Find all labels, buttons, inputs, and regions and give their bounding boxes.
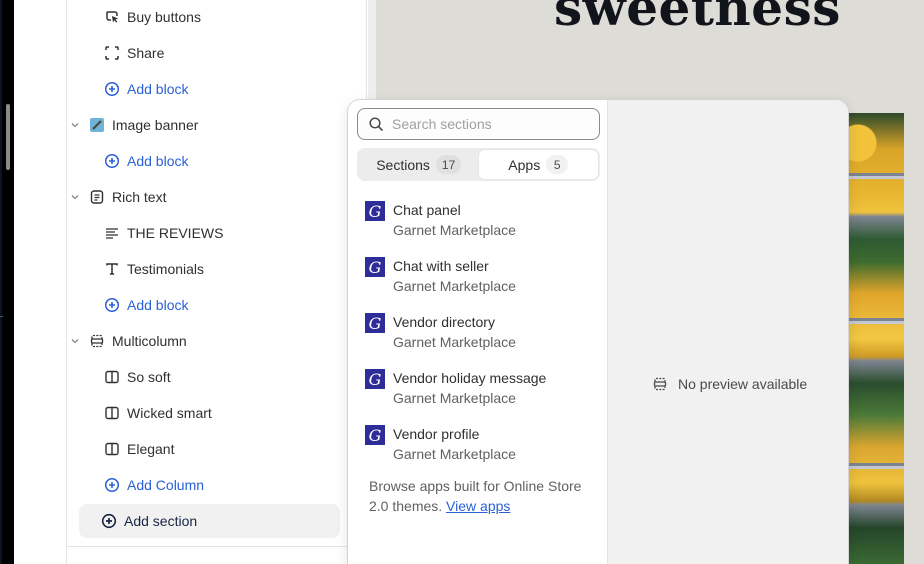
no-preview-message: No preview available (652, 376, 807, 392)
app-item-vendor-holiday-message[interactable]: G Vendor holiday message Garnet Marketpl… (365, 368, 600, 416)
garnet-logo-icon: G (365, 257, 385, 277)
block-so-soft[interactable]: So soft (104, 359, 171, 395)
chevron-down-icon[interactable] (68, 190, 82, 204)
add-section-popover: Sections 17 Apps 5 G Chat panel Garnet M… (348, 100, 848, 564)
preview-headline: sweetness (554, 0, 841, 37)
cursor-click-icon (104, 9, 120, 25)
no-preview-text: No preview available (678, 376, 808, 392)
share-frame-icon (104, 45, 120, 61)
app-name: Vendor holiday message (393, 370, 547, 386)
left-rail (0, 0, 14, 564)
block-share[interactable]: Share (104, 35, 164, 71)
section-label: Image banner (112, 117, 199, 133)
search-sections-field[interactable] (357, 108, 600, 140)
garnet-logo-icon: G (365, 369, 385, 389)
block-label: So soft (127, 369, 171, 385)
count-badge: 5 (546, 155, 569, 174)
text-t-icon (104, 261, 120, 277)
section-placeholder-icon (652, 376, 668, 392)
rail-tick (0, 316, 3, 317)
add-section-label: Add section (124, 513, 198, 529)
block-the-reviews[interactable]: THE REVIEWS (104, 215, 223, 251)
column-icon (104, 405, 120, 421)
text-align-icon (104, 225, 120, 241)
plus-circle-icon (104, 297, 120, 313)
browse-apps-note: Browse apps built for Online Store 2.0 t… (369, 476, 599, 516)
block-label: Elegant (127, 441, 175, 457)
tab-apps[interactable]: Apps 5 (478, 150, 598, 179)
section-label: Multicolumn (112, 333, 187, 349)
app-name: Vendor profile (393, 426, 480, 442)
popover-tabs: Sections 17 Apps 5 (357, 148, 600, 181)
app-item-vendor-profile[interactable]: G Vendor profile Garnet Marketplace (365, 424, 600, 472)
tab-sections[interactable]: Sections 17 (359, 150, 479, 179)
block-label: Buy buttons (127, 9, 201, 25)
rail-scrollbar-thumb[interactable] (6, 104, 10, 170)
section-multicolumn[interactable]: Multicolumn (68, 323, 187, 359)
app-name: Chat panel (393, 202, 461, 218)
garnet-logo-icon: G (365, 425, 385, 445)
app-item-vendor-directory[interactable]: G Vendor directory Garnet Marketplace (365, 312, 600, 360)
add-block-label: Add block (127, 81, 189, 97)
image-thumbnail-icon (89, 117, 105, 133)
app-item-chat-with-seller[interactable]: G Chat with seller Garnet Marketplace (365, 256, 600, 304)
app-item-chat-panel[interactable]: G Chat panel Garnet Marketplace (365, 200, 600, 248)
add-block-button[interactable]: Add block (104, 71, 188, 107)
multicolumn-icon (89, 333, 105, 349)
tab-label: Sections (376, 156, 430, 173)
app-name: Vendor directory (393, 314, 495, 330)
block-elegant[interactable]: Elegant (104, 431, 174, 467)
chevron-down-icon[interactable] (68, 334, 82, 348)
view-apps-link[interactable]: View apps (446, 498, 510, 514)
pineapple-image (848, 113, 904, 564)
add-block-button[interactable]: Add block (104, 143, 188, 179)
add-block-button[interactable]: Add block (104, 287, 188, 323)
add-section-button[interactable]: Add section (79, 504, 340, 538)
popover-list-pane: Sections 17 Apps 5 G Chat panel Garnet M… (348, 100, 608, 564)
block-label: Wicked smart (127, 405, 212, 421)
plus-circle-icon (104, 477, 120, 493)
garnet-logo-icon: G (365, 313, 385, 333)
add-column-label: Add Column (127, 477, 205, 493)
section-rich-text[interactable]: Rich text (68, 179, 166, 215)
plus-circle-icon (104, 153, 120, 169)
plus-circle-icon (101, 513, 117, 529)
add-block-label: Add block (127, 297, 189, 313)
chevron-down-icon[interactable] (68, 118, 82, 132)
tab-label: Apps (508, 156, 541, 173)
block-testimonials[interactable]: Testimonials (104, 251, 204, 287)
section-label: Rich text (112, 189, 167, 205)
rail-edge (0, 0, 2, 564)
block-label: Testimonials (127, 261, 205, 277)
text-block-icon (89, 189, 105, 205)
add-block-label: Add block (127, 153, 189, 169)
app-vendor: Garnet Marketplace (393, 222, 516, 238)
block-label: Share (127, 45, 165, 61)
column-icon (104, 441, 120, 457)
app-vendor: Garnet Marketplace (393, 334, 516, 350)
sidebar-divider (66, 0, 67, 564)
app-vendor: Garnet Marketplace (393, 278, 516, 294)
block-buy-buttons[interactable]: Buy buttons (104, 0, 201, 35)
block-label: THE REVIEWS (127, 225, 224, 241)
plus-circle-icon (104, 81, 120, 97)
app-vendor: Garnet Marketplace (393, 390, 516, 406)
app-vendor: Garnet Marketplace (393, 446, 516, 462)
column-icon (104, 369, 120, 385)
add-column-button[interactable]: Add Column (104, 467, 204, 503)
search-icon (368, 116, 384, 132)
sidebar-bottom-divider (67, 546, 366, 547)
app-name: Chat with seller (393, 258, 489, 274)
popover-preview-pane: No preview available (608, 100, 848, 564)
section-image-banner[interactable]: Image banner (68, 107, 198, 143)
preview-edge (368, 0, 376, 100)
search-sections-input[interactable] (392, 116, 592, 132)
garnet-logo-icon: G (365, 201, 385, 221)
block-wicked-smart[interactable]: Wicked smart (104, 395, 212, 431)
count-badge: 17 (435, 155, 462, 174)
